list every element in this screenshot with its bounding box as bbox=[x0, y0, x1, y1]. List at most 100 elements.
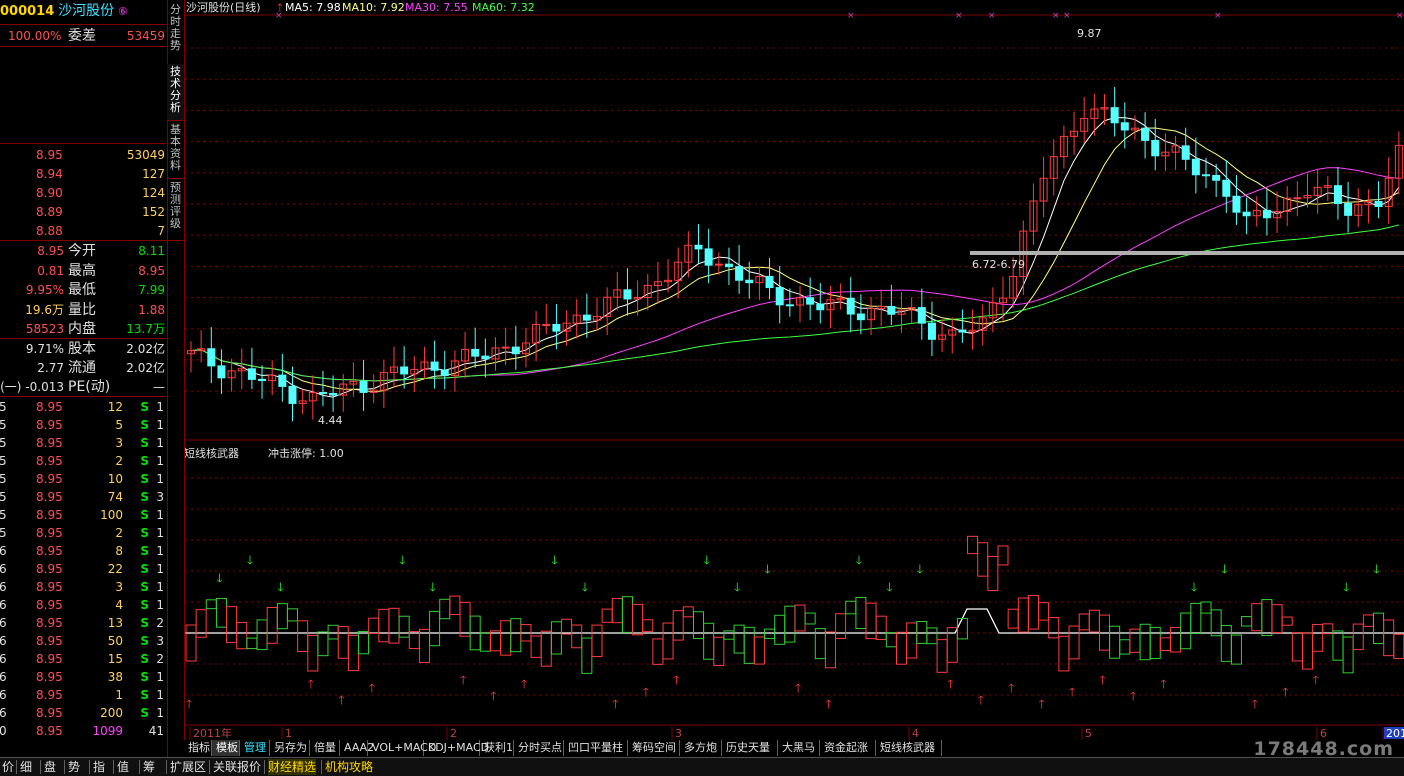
indicator-bar bbox=[266, 606, 278, 644]
candle-body bbox=[278, 374, 287, 387]
indicator-bar bbox=[1261, 599, 1273, 637]
tab-item[interactable]: 分时买点 bbox=[514, 740, 564, 756]
bottom-tab[interactable]: 细 bbox=[20, 759, 32, 775]
candle-body bbox=[745, 279, 754, 284]
bottom-tab[interactable]: 价 bbox=[2, 759, 14, 775]
indicator-bar bbox=[784, 605, 796, 643]
buy-arrow-icon: 🡑 bbox=[825, 697, 831, 711]
indicator-bar bbox=[256, 619, 268, 651]
buy-arrow-icon: 🡑 bbox=[369, 681, 375, 695]
tab-item[interactable]: 资金起涨 bbox=[820, 740, 876, 756]
vtab-yuce[interactable]: 预测评级 bbox=[167, 180, 184, 241]
tab-item[interactable]: 凹口平量柱 bbox=[564, 740, 628, 756]
quote-value2: 1.88 bbox=[138, 302, 165, 317]
sell-price: 8.95 bbox=[36, 148, 63, 162]
indicator-bar bbox=[571, 624, 583, 649]
tick-time: 6 bbox=[0, 670, 7, 684]
ma5-line bbox=[190, 117, 1400, 398]
ma60-label: MA60: 7.32 bbox=[472, 1, 535, 14]
tab-item[interactable]: 历史天量 bbox=[722, 740, 778, 756]
tick-count: 1 bbox=[156, 526, 164, 540]
tab-item[interactable]: 倍量 bbox=[310, 740, 340, 756]
indicator-bar bbox=[479, 632, 491, 652]
vtab-jiben[interactable]: 基本资料 bbox=[167, 122, 184, 179]
x-label: 4 bbox=[912, 727, 919, 740]
tab-item[interactable]: 获利1 bbox=[480, 740, 514, 756]
sell-order-row[interactable]: 8.89 152 bbox=[0, 203, 167, 221]
tab-item[interactable]: 指标 bbox=[184, 740, 212, 756]
tick-price: 8.95 bbox=[36, 436, 63, 450]
tick-side: S bbox=[140, 580, 149, 594]
sell-arrow-icon: 🡓 bbox=[886, 580, 892, 594]
indicator-bar bbox=[236, 621, 248, 650]
tick-count: 2 bbox=[156, 652, 164, 666]
tick-count: 1 bbox=[156, 544, 164, 558]
sell-arrow-icon: 🡓 bbox=[582, 580, 588, 594]
kline-chart[interactable]: 沙河股份(日线) 🡑 MA5: 7.98 MA10: 7.92 MA30: 7.… bbox=[185, 0, 1404, 740]
tab-item[interactable]: 短线核武器 bbox=[876, 740, 942, 756]
indicator-bar bbox=[1342, 636, 1354, 674]
indicator-bar bbox=[1271, 604, 1283, 634]
tab-item[interactable]: 另存为 bbox=[270, 740, 310, 756]
bottom-tab[interactable]: 机构攻略 bbox=[325, 759, 373, 775]
tick-volume: 100 bbox=[100, 508, 123, 522]
sell-order-row[interactable]: 8.90 124 bbox=[0, 184, 167, 202]
bottom-tab[interactable]: 扩展区 bbox=[170, 759, 206, 775]
bottom-tab[interactable]: 关联报价 bbox=[213, 759, 261, 775]
quote-row: 8.95 今开 8.11 bbox=[0, 242, 167, 260]
tick-side: S bbox=[140, 670, 149, 684]
sell-order-row[interactable]: 8.95 53049 bbox=[0, 146, 167, 164]
tab-item[interactable]: KDJ+MACD bbox=[424, 740, 489, 756]
bottom-tab[interactable]: 值 bbox=[117, 759, 129, 775]
tick-side: S bbox=[140, 526, 149, 540]
indicator-bar bbox=[378, 608, 390, 643]
indicator-bar bbox=[246, 637, 258, 650]
tick-count: 1 bbox=[156, 580, 164, 594]
quote-row: 0.81 最高 8.95 bbox=[0, 262, 167, 280]
tick-volume: 2 bbox=[115, 454, 123, 468]
tick-volume: 15 bbox=[107, 652, 123, 666]
indicator-bar bbox=[368, 617, 380, 634]
tab-item[interactable]: 大黑马 bbox=[778, 740, 820, 756]
tab-item[interactable]: 多方炮 bbox=[680, 740, 722, 756]
tab-item[interactable]: 筹码空间 bbox=[628, 740, 680, 756]
vtab-fenshi[interactable]: 分时走势 bbox=[167, 0, 184, 65]
indicator-bar bbox=[703, 622, 715, 660]
tick-count: 1 bbox=[156, 436, 164, 450]
tab-item[interactable]: 模板 bbox=[212, 740, 240, 756]
tick-time: 5 bbox=[0, 490, 7, 504]
quote-row: 19.6万 量比 1.88 bbox=[0, 301, 167, 319]
sell-order-row[interactable]: 8.94 127 bbox=[0, 165, 167, 183]
bottom-tab[interactable]: 财经精选 bbox=[268, 759, 317, 775]
tick-time: 0 bbox=[0, 724, 7, 738]
share-label: 流通 bbox=[68, 360, 96, 376]
x-label: 2 bbox=[450, 727, 457, 740]
quote-label: 内盘 bbox=[68, 321, 96, 337]
bottom-tab[interactable]: 盘 bbox=[44, 759, 56, 775]
tick-time: 6 bbox=[0, 634, 7, 648]
candle-body bbox=[785, 304, 794, 307]
tab-item[interactable]: VOL+MACD bbox=[368, 740, 436, 756]
ma5-label: MA5: 7.98 bbox=[285, 1, 341, 14]
sell-order-row[interactable]: 8.88 7 bbox=[0, 222, 167, 240]
tick-price: 8.95 bbox=[36, 454, 63, 468]
sell-arrow-icon: 🡓 bbox=[430, 580, 436, 594]
vtab-jishu[interactable]: 技术分析 bbox=[167, 64, 184, 121]
share-value2: 2.02亿 bbox=[126, 361, 165, 375]
tick-price: 8.95 bbox=[36, 724, 63, 738]
bottom-tab[interactable]: 势 bbox=[68, 759, 80, 775]
buy-arrow-icon: 🡑 bbox=[1130, 689, 1136, 703]
bottom-tab[interactable]: 指 bbox=[93, 759, 105, 775]
tick-side: S bbox=[140, 688, 149, 702]
indicator-bar bbox=[1068, 625, 1080, 660]
share-row: 9.71% 股本 2.02亿 bbox=[0, 340, 167, 358]
quote-value: 19.6万 bbox=[25, 302, 64, 317]
tick-volume: 1099 bbox=[92, 724, 123, 738]
bottom-tab[interactable]: 筹 bbox=[143, 759, 155, 775]
stock-title[interactable]: 000014 沙河股份 ⑥ bbox=[0, 2, 167, 20]
tab-item[interactable]: 管理 bbox=[240, 740, 270, 756]
tick-volume: 38 bbox=[107, 670, 123, 684]
tick-time: 6 bbox=[0, 616, 7, 630]
tick-row: 5 8.95 3 S 1 bbox=[0, 434, 167, 452]
tab-item[interactable]: AAA2 bbox=[340, 740, 374, 756]
